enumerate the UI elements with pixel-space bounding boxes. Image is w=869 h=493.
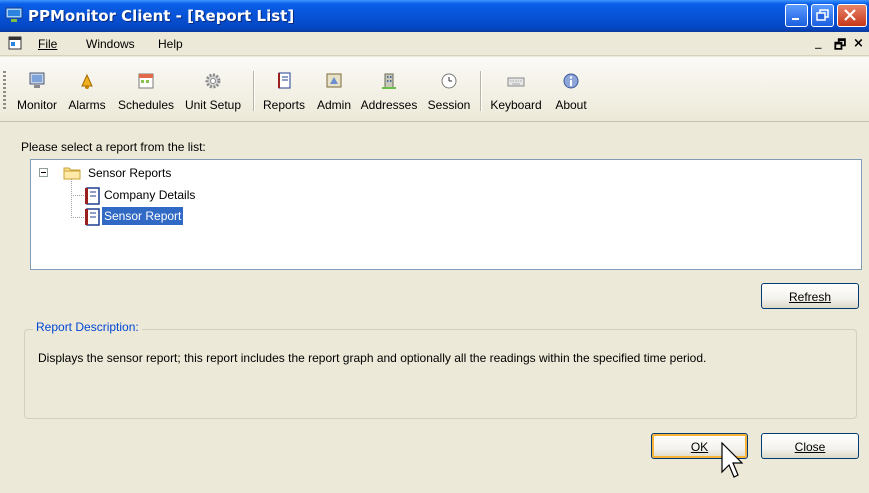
tree-line [71,178,72,218]
report-icon [278,72,291,89]
admin-icon [326,73,342,88]
toolbar-reports-label: Reports [262,98,306,112]
toolbar-separator [480,71,481,111]
alarm-bell-icon [81,73,93,89]
close-icon [844,9,856,21]
toolbar-keyboard-button[interactable]: Keyboard [484,72,548,118]
report-icon [85,208,100,226]
toolbar-session-label: Session [427,98,471,112]
monitor-icon [29,72,45,88]
tree-line [71,217,84,218]
clock-icon [441,73,457,89]
toolbar-admin-label: Admin [316,98,351,112]
tree-node-label: Company Details [104,188,196,202]
toolbar-alarms-button[interactable]: Alarms [63,72,111,118]
tree-line [71,195,84,196]
report-description-text: Displays the sensor report; this report … [38,351,707,365]
report-select-prompt: Please select a report from the list: [21,140,206,154]
title-bar[interactable]: PPMonitor Client - [Report List] [0,0,869,32]
toolbar-keyboard-label: Keyboard [490,98,542,112]
main-toolbar: Monitor Alarms Schedules Unit Setup Repo… [0,57,869,122]
toolbar-admin-button[interactable]: Admin [313,72,355,118]
menu-file[interactable]: File [38,37,57,51]
menu-bar: File Windows Help _ 🗗 × [0,32,869,56]
mouse-cursor-icon [721,442,743,478]
report-icon [85,187,100,205]
calendar-icon [138,73,154,89]
close-button[interactable]: Close [761,433,859,459]
refresh-button[interactable]: Refresh [761,283,859,309]
toolbar-addresses-label: Addresses [360,98,418,112]
toolbar-unit-setup-button[interactable]: Unit Setup [178,72,248,118]
gear-icon [205,73,221,89]
window-title: PPMonitor Client - [Report List] [28,7,295,25]
restore-button[interactable] [811,4,834,27]
keyboard-icon [507,77,525,87]
minimize-icon [792,18,799,20]
folder-icon [63,167,81,180]
app-icon [5,7,23,22]
menu-help[interactable]: Help [158,37,183,51]
toolbar-reports-button[interactable]: Reports [257,72,311,118]
toolbar-monitor-label: Monitor [16,98,57,112]
minimize-button[interactable] [785,4,808,27]
tree-node-label-selected: Sensor Report [102,207,184,225]
toolbar-session-button[interactable]: Session [422,72,476,118]
toolbar-monitor-button[interactable]: Monitor [10,72,64,118]
report-description-title: Report Description: [33,320,142,334]
toolbar-alarms-label: Alarms [68,98,106,112]
toolbar-schedules-button[interactable]: Schedules [116,72,176,118]
close-window-button[interactable] [837,4,867,27]
info-icon [563,73,579,89]
document-icon[interactable] [8,36,22,50]
toolbar-schedules-label: Schedules [117,98,175,112]
toolbar-addresses-button[interactable]: Addresses [356,72,422,118]
toolbar-separator [253,71,254,111]
collapse-icon[interactable] [39,168,48,177]
toolbar-about-label: About [555,98,587,112]
mdi-minimize-button[interactable]: _ [815,35,822,50]
mdi-restore-button[interactable]: 🗗 [834,36,846,58]
toolbar-unit-setup-label: Unit Setup [184,98,242,112]
menu-windows[interactable]: Windows [86,37,135,51]
mdi-close-button[interactable]: × [853,36,864,51]
toolbar-grip[interactable] [3,71,6,109]
toolbar-about-button[interactable]: About [549,72,593,118]
tree-node-label: Sensor Reports [88,166,172,180]
report-description-group [24,329,857,419]
report-tree[interactable]: Sensor Reports Company Details Sensor Re… [30,159,862,270]
restore-icon [816,9,829,21]
building-icon [382,73,396,89]
